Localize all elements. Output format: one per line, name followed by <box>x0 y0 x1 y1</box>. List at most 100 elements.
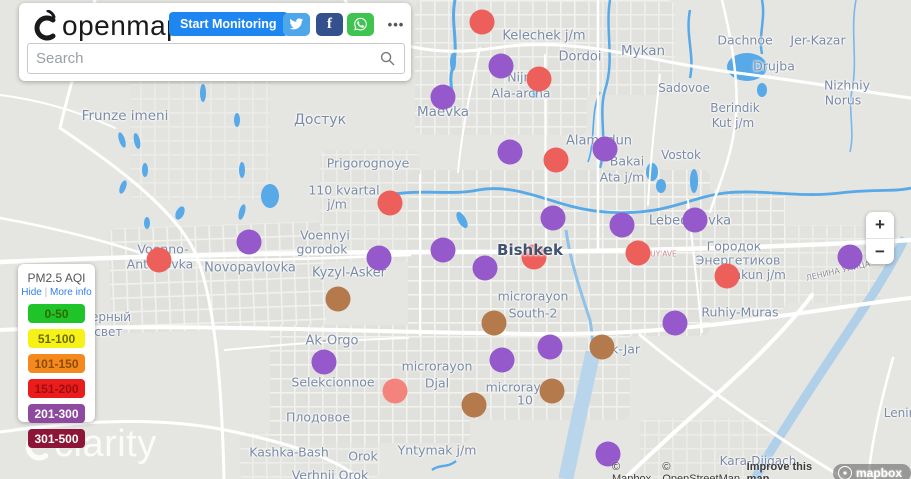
aqi-marker[interactable] <box>662 310 688 336</box>
map-label: Энергетиков <box>695 252 781 268</box>
mapbox-logo[interactable]: ● mapbox <box>832 464 911 479</box>
aqi-marker[interactable] <box>366 245 392 271</box>
openmap-logo[interactable]: openmap <box>31 10 182 42</box>
aqi-marker[interactable] <box>469 9 495 35</box>
legend-range-pill: 51-100 <box>28 329 85 348</box>
map-label: Ata j/m <box>599 169 645 185</box>
map-label: Verhnii Orok <box>291 467 369 479</box>
aqi-marker[interactable] <box>461 392 487 418</box>
map-label: Vostok <box>661 148 701 162</box>
aqi-marker[interactable] <box>489 347 515 373</box>
map-label: Dordoi <box>558 49 602 65</box>
map-label: microrayon <box>401 358 473 374</box>
legend-range-pill: 101-150 <box>28 354 85 373</box>
map-label: Frunze imeni <box>81 108 169 124</box>
map-label: Yntymak j/m <box>397 442 477 458</box>
map-label: Djal <box>424 375 450 391</box>
openmap-logo-icon <box>34 10 56 41</box>
twitter-button[interactable] <box>283 13 310 36</box>
more-options-button[interactable]: ••• <box>383 13 409 36</box>
aqi-marker[interactable] <box>837 244 863 270</box>
aqi-marker[interactable] <box>592 136 618 162</box>
logo-wordmark: openmap <box>62 10 183 41</box>
map-label: ерный <box>90 310 132 324</box>
aqi-marker[interactable] <box>430 237 456 263</box>
aqi-marker[interactable] <box>488 53 514 79</box>
app-stage: Kelechek j/m Dordoi Mykan Dachnoe Jer-Kazar D… <box>0 0 911 479</box>
map-label: Lenin <box>883 406 911 420</box>
aqi-marker[interactable] <box>311 349 337 375</box>
aqi-marker[interactable] <box>537 334 563 360</box>
map-label: Selekcionnoe <box>291 374 375 390</box>
zoom-out-button[interactable]: − <box>866 239 894 264</box>
legend-hide-link[interactable]: Hide <box>21 287 42 298</box>
map-label: Norus <box>824 92 862 108</box>
map-label: Достук <box>293 112 347 128</box>
improve-map-link[interactable]: Improve this map <box>747 461 827 479</box>
legend-ranges: 0-50 51-100 101-150 151-200 201-300 301-500 <box>18 304 95 448</box>
aqi-marker[interactable] <box>377 190 403 216</box>
aqi-marker[interactable] <box>526 66 552 92</box>
legend-range-pill: 201-300 <box>28 404 85 423</box>
start-monitoring-button[interactable]: Start Monitoring <box>169 12 288 36</box>
aqi-marker[interactable] <box>497 139 523 165</box>
map-attribution: © Mapbox © OpenStreetMap Improve this ma… <box>612 461 911 479</box>
aqi-marker[interactable] <box>625 240 651 266</box>
facebook-button[interactable]: f <box>316 13 343 36</box>
zoom-in-button[interactable]: + <box>866 212 894 238</box>
legend-range-pill: 0-50 <box>28 304 85 323</box>
legend-range-pill: 151-200 <box>28 379 85 398</box>
map-label: Kut j/m <box>711 116 755 130</box>
map-label: Городок <box>706 238 762 254</box>
map-label: Prigorognoye <box>326 155 410 171</box>
map-label: Voennyi <box>300 227 350 243</box>
mapbox-attribution-link[interactable]: © Mapbox <box>612 461 656 479</box>
aqi-marker[interactable] <box>682 207 708 233</box>
legend-range-pill: 301-500 <box>28 429 85 448</box>
map-label: Orok <box>348 448 378 464</box>
aqi-marker[interactable] <box>481 310 507 336</box>
aqi-marker[interactable] <box>325 286 351 312</box>
aqi-marker[interactable] <box>430 84 456 110</box>
map-label: South-2 <box>508 305 558 321</box>
twitter-icon <box>289 18 304 30</box>
aqi-marker[interactable] <box>540 205 566 231</box>
map-label: j/m <box>327 196 347 212</box>
search-box <box>27 43 405 74</box>
map-label: Mykan <box>620 43 666 59</box>
map-label: Nizhniy <box>823 77 871 93</box>
aqi-marker[interactable] <box>472 255 498 281</box>
aqi-marker[interactable] <box>543 147 569 173</box>
map-label: Novopavlovka <box>204 260 296 276</box>
aqi-marker[interactable] <box>609 212 635 238</box>
map-label: Bishkek <box>497 241 563 259</box>
aqi-marker[interactable] <box>539 378 565 404</box>
map-label: 110 kvartal <box>308 182 380 198</box>
search-icon[interactable] <box>380 51 395 66</box>
aqi-marker[interactable] <box>236 229 262 255</box>
map-label: Berindik <box>710 101 760 115</box>
mapbox-logo-text: mapbox <box>855 466 902 479</box>
aqi-marker[interactable] <box>589 334 615 360</box>
legend-links: Hide | More info <box>18 287 95 298</box>
legend-more-info-link[interactable]: More info <box>50 287 92 298</box>
map-label: 10 <box>517 392 533 408</box>
map-label: Jer-Kazar <box>790 32 846 48</box>
osm-attribution-link[interactable]: © OpenStreetMap <box>662 461 740 479</box>
map-label: Ak-Orgo <box>305 333 359 349</box>
map-label: Плодовое <box>285 409 351 425</box>
search-input[interactable] <box>28 50 380 67</box>
map-label: Ruhiy-Muras <box>701 304 779 320</box>
facebook-icon: f <box>327 16 332 32</box>
map-label: Drujba <box>753 58 795 74</box>
aqi-marker[interactable] <box>146 247 172 273</box>
map-zoom-control: + − <box>866 212 894 264</box>
map-label: Dachnoe <box>717 32 773 48</box>
map-label: gorodok <box>296 241 348 257</box>
aqi-marker[interactable] <box>714 263 740 289</box>
map-label: Sadovoe <box>658 81 710 95</box>
whatsapp-button[interactable] <box>347 13 374 36</box>
map-label: Kelechek j/m <box>502 28 586 44</box>
aqi-marker[interactable] <box>382 378 408 404</box>
mapbox-logo-icon: ● <box>837 466 852 479</box>
